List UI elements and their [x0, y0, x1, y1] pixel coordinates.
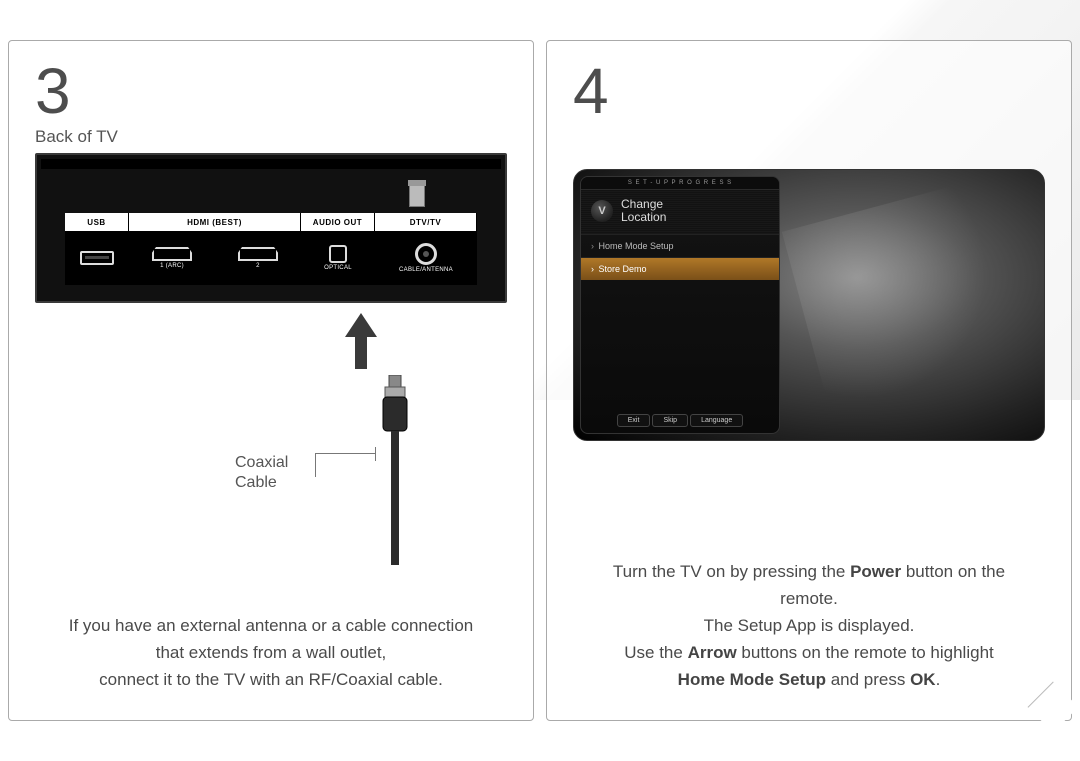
brand-logo-icon: V [591, 200, 613, 222]
optical-port-icon [329, 245, 347, 263]
step-3-panel: 3 Back of TV USB HDMI (BEST) AUDIO OUT D… [8, 40, 534, 721]
step-4-panel: 4 S E T - U P P R O G R E S S V Change L… [546, 40, 1072, 721]
port-label-usb: USB [65, 213, 129, 231]
osd-title-line2: Location [621, 210, 666, 224]
page-container: 3 Back of TV USB HDMI (BEST) AUDIO OUT D… [0, 0, 1080, 761]
osd-item-store-demo[interactable]: › Store Demo [581, 257, 779, 280]
port-label-audio: AUDIO OUT [301, 213, 375, 231]
cable-diagram: Coaxial Cable [35, 303, 507, 563]
arrow-up-icon [343, 313, 379, 369]
chevron-right-icon: › [591, 264, 594, 274]
step3-instructions: If you have an external antenna or a cab… [35, 615, 507, 700]
optical-label: OPTICAL [324, 265, 352, 271]
chevron-right-icon: › [591, 241, 594, 251]
hdmi-port-2-icon [238, 247, 278, 261]
hdmi-1-arc-label: 1 (ARC) [160, 263, 184, 269]
osd-bottom-bar: Exit Skip Language [581, 414, 779, 427]
osd-progress-label: S E T - U P P R O G R E S S [581, 177, 779, 190]
hdmi-2-label: 2 [256, 263, 260, 269]
step4-instructions: Turn the TV on by pressing the Power but… [573, 561, 1045, 700]
osd-exit-button[interactable]: Exit [617, 414, 651, 427]
port-row: 1 (ARC) 2 OPTICAL CABLE/ANTENNA [65, 231, 477, 285]
osd-language-button[interactable]: Language [690, 414, 743, 427]
port-label-strip: USB HDMI (BEST) AUDIO OUT DTV/TV [65, 213, 477, 231]
osd-skip-button[interactable]: Skip [652, 414, 688, 427]
label-bracket [315, 453, 375, 477]
step-number-3: 3 [35, 59, 507, 123]
step-number-4: 4 [573, 59, 1045, 123]
port-label-hdmi: HDMI (BEST) [129, 213, 301, 231]
cable-antenna-label: CABLE/ANTENNA [399, 267, 453, 273]
osd-title-line1: Change [621, 197, 663, 211]
port-label-dtv: DTV/TV [375, 213, 477, 231]
coax-connector-nut [409, 185, 425, 207]
osd-item-home-mode[interactable]: › Home Mode Setup [581, 234, 779, 257]
osd-panel: S E T - U P P R O G R E S S V Change Loc… [580, 176, 780, 434]
coax-port-icon [415, 243, 437, 265]
coaxial-cable-label: Coaxial Cable [235, 453, 288, 493]
usb-port-icon [80, 251, 114, 265]
osd-title-row: V Change Location [581, 190, 779, 234]
back-of-tv-label: Back of TV [35, 127, 507, 147]
tv-setup-screenshot: S E T - U P P R O G R E S S V Change Loc… [573, 169, 1045, 441]
hdmi-port-1-icon [152, 247, 192, 261]
tv-back-illustration: USB HDMI (BEST) AUDIO OUT DTV/TV 1 (ARC)… [35, 153, 507, 303]
